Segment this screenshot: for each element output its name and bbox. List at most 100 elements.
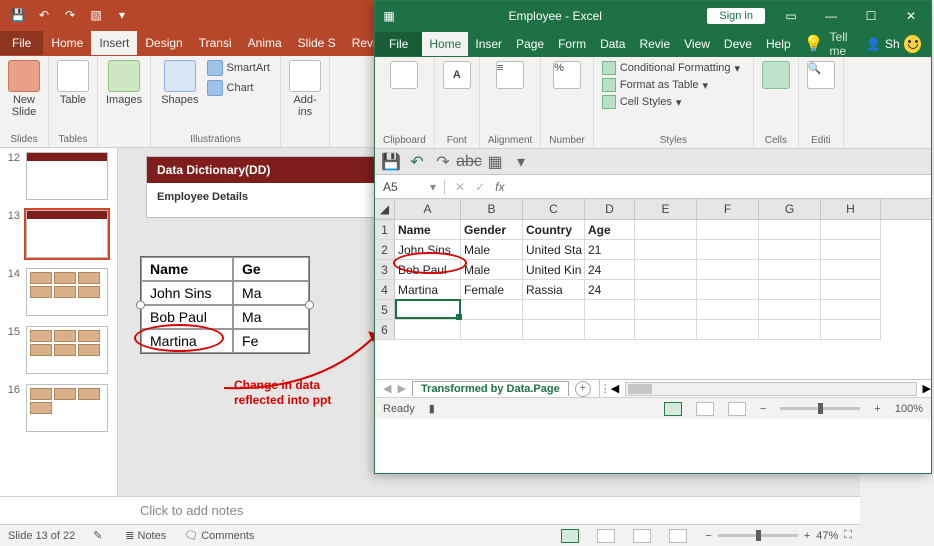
slide-title[interactable]: Data Dictionary(DD) xyxy=(147,157,375,183)
tab-animations[interactable]: Anima xyxy=(240,31,290,55)
xl-qat-more-icon[interactable]: ▾ xyxy=(513,154,529,170)
grid-cell[interactable] xyxy=(697,300,759,320)
hscroll-right-icon[interactable]: ▶ xyxy=(923,382,931,395)
enter-formula-icon[interactable]: ✓ xyxy=(475,180,485,194)
grid-cell[interactable] xyxy=(821,240,881,260)
fx-label[interactable]: fx xyxy=(495,180,510,194)
xl-strike-icon[interactable]: abc xyxy=(461,154,477,170)
row-header[interactable]: 4 xyxy=(375,280,395,300)
grid-cell[interactable] xyxy=(697,220,759,240)
grid-cell[interactable] xyxy=(821,260,881,280)
slide-thumbnails-panel[interactable]: 12 13 14 15 16 xyxy=(0,148,118,496)
grid-cell[interactable] xyxy=(635,300,697,320)
grid-cell[interactable] xyxy=(635,220,697,240)
xl-save-icon[interactable]: 💾 xyxy=(383,154,399,170)
row-header[interactable]: 2 xyxy=(375,240,395,260)
slide-thumb[interactable] xyxy=(26,210,108,258)
grid-cell[interactable] xyxy=(585,300,635,320)
xl-zoom-out-icon[interactable]: − xyxy=(760,403,766,415)
grid-cell[interactable]: United Kin xyxy=(523,260,585,280)
close-icon[interactable]: ✕ xyxy=(891,1,931,31)
grid-cell[interactable]: Gender xyxy=(461,220,523,240)
grid-cell[interactable] xyxy=(821,320,881,340)
slide-subtitle[interactable]: Employee Details xyxy=(147,183,375,217)
grid-cell[interactable] xyxy=(821,220,881,240)
grid-cell[interactable] xyxy=(759,280,821,300)
grid-cell[interactable] xyxy=(395,300,461,320)
zoom-slider[interactable] xyxy=(718,534,798,537)
grid-cell[interactable] xyxy=(523,300,585,320)
grid-cell[interactable] xyxy=(635,280,697,300)
grid-cell[interactable]: 24 xyxy=(585,280,635,300)
slideshow-view-icon[interactable] xyxy=(669,529,687,543)
xl-tab-view[interactable]: View xyxy=(677,32,717,56)
format-as-table-button[interactable]: Format as Table ▾ xyxy=(602,78,708,92)
cells-icon[interactable] xyxy=(762,61,790,89)
spellcheck-icon[interactable]: ✎ xyxy=(93,529,107,543)
grid-cell[interactable] xyxy=(821,300,881,320)
macro-record-icon[interactable]: ▮ xyxy=(429,402,435,415)
redo-icon[interactable]: ↷ xyxy=(60,5,80,25)
tab-design[interactable]: Design xyxy=(137,31,190,55)
tab-insert[interactable]: Insert xyxy=(91,31,137,55)
grid-cell[interactable] xyxy=(523,320,585,340)
grid-cell[interactable]: United Sta xyxy=(523,240,585,260)
maximize-icon[interactable]: ☐ xyxy=(851,1,891,31)
xl-undo-icon[interactable]: ↶ xyxy=(409,154,425,170)
start-from-beginning-icon[interactable]: ▧ xyxy=(86,5,106,25)
grid-cell[interactable] xyxy=(635,240,697,260)
slide-thumb[interactable] xyxy=(26,152,108,200)
tab-home[interactable]: Home xyxy=(43,31,91,55)
smartart-button[interactable]: SmartArt xyxy=(207,60,270,76)
sorter-view-icon[interactable] xyxy=(597,529,615,543)
xl-normal-view-icon[interactable] xyxy=(664,402,682,416)
grid-cell[interactable] xyxy=(461,320,523,340)
row-header[interactable]: 5 xyxy=(375,300,395,320)
conditional-formatting-button[interactable]: Conditional Formatting ▾ xyxy=(602,61,740,75)
undo-icon[interactable]: ↶ xyxy=(34,5,54,25)
xl-file-tab[interactable]: File xyxy=(375,32,422,56)
slide-indicator[interactable]: Slide 13 of 22 xyxy=(8,530,75,542)
number-icon[interactable]: % xyxy=(553,61,581,89)
grid-cell[interactable]: Male xyxy=(461,260,523,280)
tell-me-box[interactable]: Tell me xyxy=(830,30,867,58)
alignment-icon[interactable]: ≡ xyxy=(496,61,524,89)
col-header[interactable]: B xyxy=(461,199,523,219)
cancel-formula-icon[interactable]: ✕ xyxy=(455,180,465,194)
zoom-in-icon[interactable]: + xyxy=(804,530,810,542)
xl-tab-page[interactable]: Page xyxy=(509,32,551,56)
grid-cell[interactable] xyxy=(585,320,635,340)
slide-thumb[interactable] xyxy=(26,326,108,374)
tab-transitions[interactable]: Transi xyxy=(191,31,240,55)
xl-redo-icon[interactable]: ↷ xyxy=(435,154,451,170)
notes-pane[interactable]: Click to add notes xyxy=(0,496,860,524)
sign-in-button[interactable]: Sign in xyxy=(707,8,765,24)
col-header[interactable]: E xyxy=(635,199,697,219)
grid-cell[interactable]: Rassia xyxy=(523,280,585,300)
xl-tab-data[interactable]: Data xyxy=(593,32,632,56)
xl-tab-formulas[interactable]: Form xyxy=(551,32,593,56)
xl-tab-insert[interactable]: Inser xyxy=(468,32,509,56)
grid-cell[interactable]: Name xyxy=(395,220,461,240)
xl-pagelayout-view-icon[interactable] xyxy=(696,402,714,416)
save-icon[interactable]: 💾 xyxy=(8,5,28,25)
grid-cell[interactable] xyxy=(697,260,759,280)
grid-cell[interactable] xyxy=(759,240,821,260)
qat-more-icon[interactable]: ▾ xyxy=(112,5,132,25)
grid-cell[interactable]: 21 xyxy=(585,240,635,260)
hscroll-left-icon[interactable]: ◀ xyxy=(611,382,619,395)
addins-button[interactable]: Add- ins xyxy=(289,60,321,118)
sheet-nav-prev-icon[interactable]: ◀ xyxy=(383,382,391,395)
table-button[interactable]: Table xyxy=(57,60,89,106)
grid-cell[interactable]: Age xyxy=(585,220,635,240)
file-tab[interactable]: File xyxy=(0,31,43,55)
col-header[interactable]: H xyxy=(821,199,881,219)
col-header[interactable]: A xyxy=(395,199,461,219)
grid-cell[interactable] xyxy=(395,320,461,340)
grid-cell[interactable]: 24 xyxy=(585,260,635,280)
col-header[interactable]: D xyxy=(585,199,635,219)
new-sheet-button[interactable]: + xyxy=(575,381,591,397)
grid-cell[interactable] xyxy=(759,220,821,240)
xl-borders-icon[interactable]: ▦ xyxy=(487,154,503,170)
xl-pagebreak-view-icon[interactable] xyxy=(728,402,746,416)
